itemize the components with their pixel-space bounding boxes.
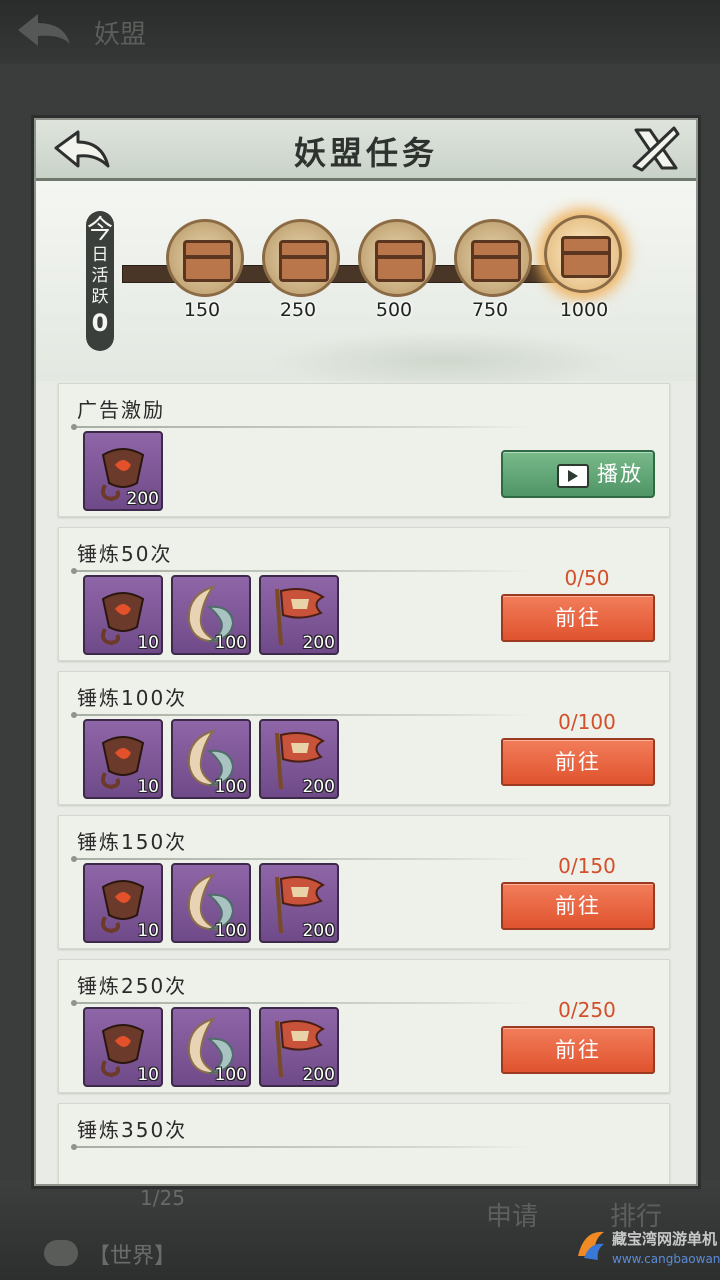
task-card: 广告激励 200 播放	[58, 383, 670, 517]
chest-icon	[279, 240, 329, 282]
reward-item[interactable]: 10	[83, 1007, 163, 1087]
background-title: 妖盟	[94, 20, 147, 50]
reward-item[interactable]: 100	[171, 575, 251, 655]
reward-quantity: 200	[302, 921, 335, 941]
task-progress: 0/100	[558, 710, 616, 734]
task-title: 广告激励	[77, 398, 165, 422]
reward-item[interactable]: 100	[171, 1007, 251, 1087]
task-card: 锤炼100次 10 100 200 0/100 前往	[58, 671, 670, 805]
go-button[interactable]: 前往	[501, 1026, 655, 1074]
reward-quantity: 200	[302, 633, 335, 653]
reward-quantity: 100	[214, 921, 247, 941]
task-title: 锤炼150次	[77, 830, 188, 854]
go-button[interactable]: 前往	[501, 882, 655, 930]
background-top-bar: 妖盟	[0, 0, 720, 64]
reward-quantity: 10	[137, 777, 159, 797]
activity-chest-500[interactable]	[358, 219, 436, 297]
task-divider	[71, 424, 531, 430]
member-count: 1/25	[140, 1186, 185, 1210]
reward-item[interactable]: 200	[83, 431, 163, 511]
video-icon	[557, 464, 589, 488]
activity-chest-250[interactable]	[262, 219, 340, 297]
reward-item[interactable]: 100	[171, 719, 251, 799]
activity-value: 0	[91, 309, 109, 337]
task-card: 锤炼150次 10 100 200 0/150 前往	[58, 815, 670, 949]
reward-quantity: 200	[302, 777, 335, 797]
chest-icon	[561, 236, 611, 278]
chest-icon	[375, 240, 425, 282]
today-label-3: 活	[91, 266, 109, 286]
panel-header: 妖盟任务	[36, 120, 696, 181]
watermark-logo-icon	[578, 1231, 604, 1260]
play-button-label: 播放	[597, 462, 643, 486]
task-divider	[71, 1000, 531, 1006]
chest-icon	[471, 240, 521, 282]
task-title: 锤炼250次	[77, 974, 188, 998]
task-card: 锤炼250次 10 100 200 0/250 前往	[58, 959, 670, 1093]
reward-quantity: 100	[214, 777, 247, 797]
background-back-arrow-icon	[18, 14, 70, 46]
task-divider	[71, 856, 531, 862]
activity-chest-150[interactable]	[166, 219, 244, 297]
task-progress: 0/150	[558, 854, 616, 878]
task-card: 锤炼50次 10 100 200 0/50 前往	[58, 527, 670, 661]
task-divider	[71, 568, 531, 574]
go-button[interactable]: 前往	[501, 738, 655, 786]
reward-item[interactable]: 100	[171, 863, 251, 943]
reward-item[interactable]: 200	[259, 863, 339, 943]
reward-item[interactable]: 200	[259, 575, 339, 655]
play-ad-button[interactable]: 播放	[501, 450, 655, 498]
reward-quantity: 10	[137, 1065, 159, 1085]
daily-activity-section: 今 日 活 跃 0 150 250 500 750 1000	[36, 181, 696, 391]
background-mist	[266, 331, 626, 391]
task-title: 锤炼350次	[77, 1118, 188, 1142]
today-label-2: 日	[91, 245, 109, 265]
today-label-1: 今	[86, 215, 113, 245]
reward-item[interactable]: 10	[83, 719, 163, 799]
task-divider	[71, 712, 531, 718]
panel-title: 妖盟任务	[293, 134, 438, 172]
milestone-label: 150	[183, 299, 221, 321]
watermark-site-name: 藏宝湾网游单机	[612, 1230, 718, 1248]
chat-icon	[44, 1240, 78, 1266]
milestone-label: 500	[375, 299, 413, 321]
reward-quantity: 10	[137, 921, 159, 941]
reward-item[interactable]: 10	[83, 863, 163, 943]
milestone-label: 250	[279, 299, 317, 321]
task-progress: 0/50	[564, 566, 610, 590]
go-button[interactable]: 前往	[501, 594, 655, 642]
task-title: 锤炼100次	[77, 686, 188, 710]
reward-quantity: 10	[137, 633, 159, 653]
task-title: 锤炼50次	[77, 542, 173, 566]
chest-icon	[183, 240, 233, 282]
reward-item[interactable]: 10	[83, 575, 163, 655]
reward-quantity: 100	[214, 633, 247, 653]
close-icon[interactable]	[628, 124, 682, 174]
activity-chest-750[interactable]	[454, 219, 532, 297]
task-progress: 0/250	[558, 998, 616, 1022]
watermark-url: www.cangbaowan.net	[612, 1252, 720, 1266]
today-activity-badge: 今 日 活 跃 0	[86, 211, 114, 351]
reward-quantity: 200	[126, 489, 159, 509]
milestone-label: 750	[471, 299, 509, 321]
reward-quantity: 200	[302, 1065, 335, 1085]
reward-quantity: 100	[214, 1065, 247, 1085]
apply-button: 申请	[486, 1202, 539, 1232]
today-label-4: 跃	[91, 287, 109, 307]
task-card: 锤炼350次	[58, 1103, 670, 1184]
activity-chest-1000[interactable]	[544, 215, 622, 293]
task-divider	[71, 1144, 531, 1150]
reward-item[interactable]: 200	[259, 1007, 339, 1087]
alliance-task-panel: 妖盟任务 今 日 活 跃 0 150 250 500 750 1000 广告激励…	[34, 118, 698, 1186]
chat-channel-label: 【世界】	[88, 1244, 177, 1269]
reward-item[interactable]: 200	[259, 719, 339, 799]
milestone-label: 1000	[559, 299, 609, 321]
